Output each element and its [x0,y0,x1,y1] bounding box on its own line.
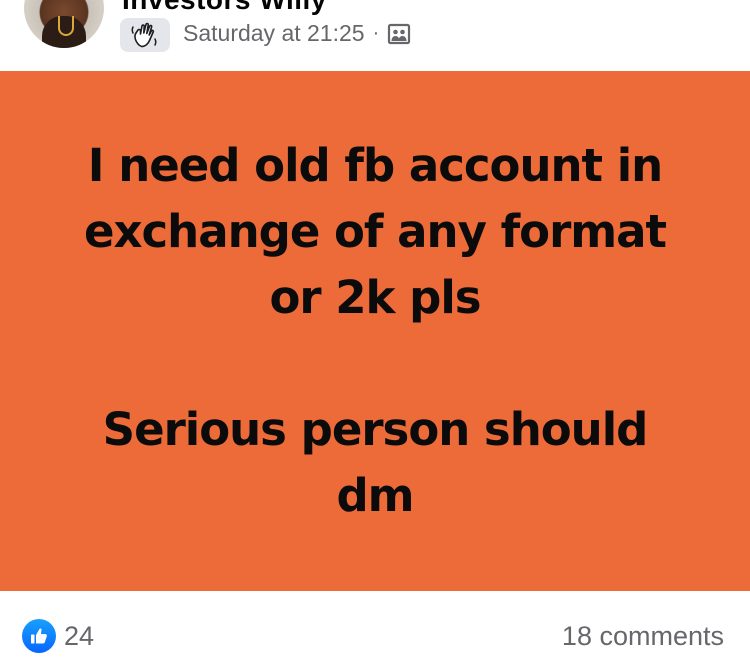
friends-audience-icon[interactable] [387,22,411,46]
post-footer: 24 18 comments [0,591,750,671]
like-count: 24 [64,620,95,651]
avatar[interactable] [24,0,104,48]
post-text: I need old fb account in exchange of any… [35,133,715,529]
post-header: Investors Willy Saturday at 21:25 · [0,0,750,71]
post-timestamp[interactable]: Saturday at 21:25 [183,20,365,47]
comments-count-link[interactable]: 18 comments [562,621,724,652]
wave-badge[interactable] [120,18,170,52]
wave-hand-icon [131,22,157,48]
post-text-card[interactable]: I need old fb account in exchange of any… [0,71,750,591]
meta-separator: · [372,22,380,44]
like-icon [31,628,47,644]
post-text-line: exchange of any format [83,205,667,258]
author-name[interactable]: Investors Willy [122,0,327,16]
reaction-summary[interactable]: 24 [22,619,94,653]
post-text-gap [35,331,715,397]
post-text-line: or 2k pls [269,271,481,324]
post-text-line: I need old fb account in [87,139,663,192]
post-meta: Saturday at 21:25 · [183,20,411,47]
post-text-line: Serious person should [102,403,649,456]
avatar-chain [58,16,74,36]
post-text-line: dm [336,469,414,522]
like-reaction-badge [22,619,56,653]
